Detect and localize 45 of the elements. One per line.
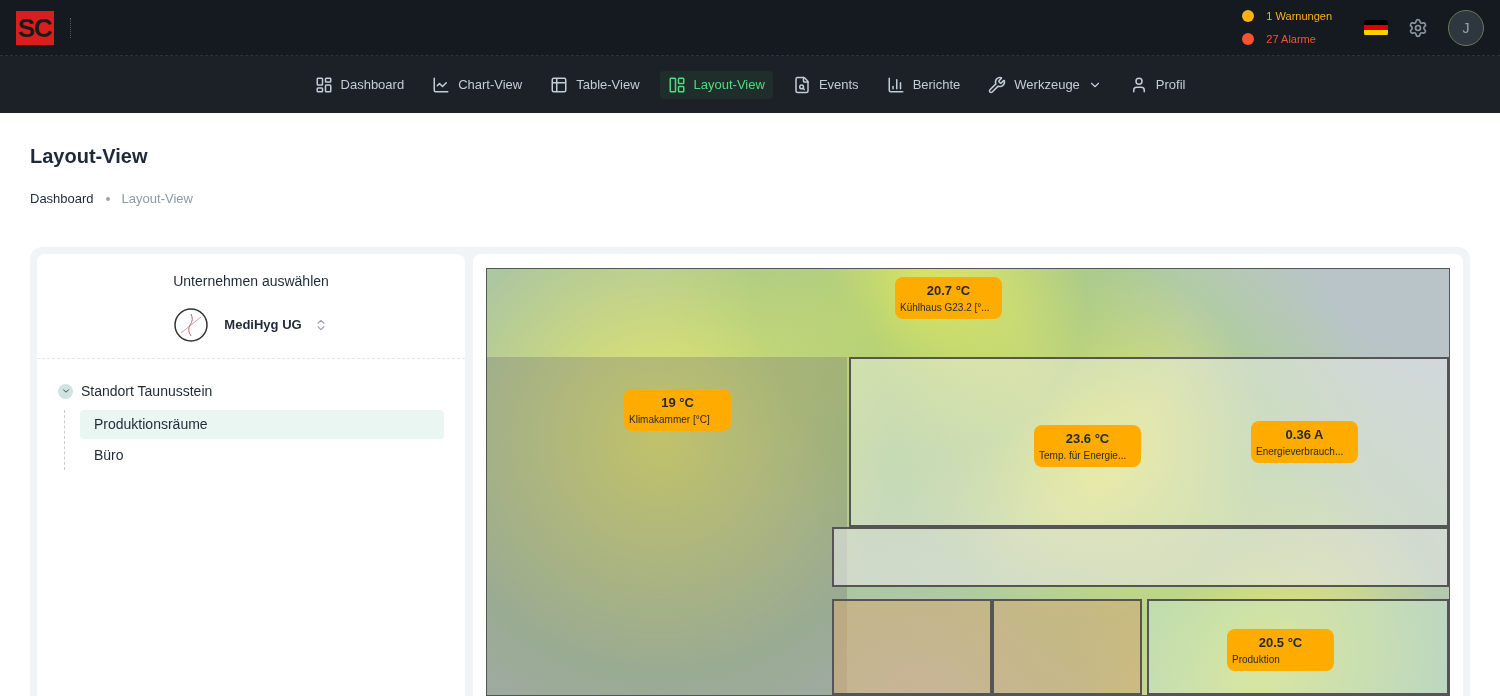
nav-icon [988,75,1007,94]
nav-tab[interactable]: Profil [1121,70,1194,99]
nav-icon [550,75,569,94]
sensor-value: 20.5 °C [1258,633,1303,652]
sensor-label: Temp. für Energie... [1039,449,1127,463]
nav-tab[interactable]: Berichte [878,70,969,99]
page-title: Layout-View [30,144,148,169]
nav-icon [432,75,451,94]
sensor-value: 23.6 °C [1065,429,1110,448]
nav-tab[interactable]: Table-View [542,70,648,99]
sensor-tag[interactable]: 20.7 °C Kühlhaus G23.2 [°... [895,276,1002,319]
sensor-tag[interactable]: 0.36 A Energieverbrauch... [1251,420,1358,463]
user-avatar[interactable]: J [1448,9,1484,46]
sensor-label: Energieverbrauch... [1256,445,1344,459]
nav-icon [886,75,905,94]
nav-icon [792,75,811,94]
nav-tab[interactable]: Events [784,70,867,99]
alert-count[interactable]: 1 Warnungen [1266,8,1332,25]
sensor-value: 20.7 °C [926,281,971,300]
sensor-label: Kühlhaus G23.2 [°... [900,301,990,315]
tree-item[interactable]: Produktionsräume [80,409,444,439]
settings-icon[interactable] [1408,17,1428,38]
company-select[interactable]: MediHyg UG [224,314,328,335]
sensor-label: Produktion [1232,653,1280,667]
nav-tab[interactable]: Werkzeuge [980,70,1110,99]
tree-item[interactable]: Büro [80,440,444,470]
sensor-label: Klimakammer [°C] [629,413,710,427]
alert-count[interactable]: 27 Alarme [1266,30,1316,47]
german-flag-icon[interactable] [1364,19,1388,36]
nav-icon [314,75,333,94]
nav-tab[interactable]: Chart-View [424,70,531,99]
nav-icon [667,75,686,94]
company-logo-icon [174,307,209,342]
breadcrumb-link[interactable]: Dashboard [30,189,94,209]
tree-item[interactable]: Standort Taunusstein [81,380,213,402]
expand-toggle[interactable] [58,383,73,399]
sensor-tag[interactable]: 23.6 °C Temp. für Energie... [1034,424,1141,467]
chevron-icon [60,386,71,396]
nav-tab[interactable]: Layout-View [659,70,773,99]
sensor-value: 0.36 A [1285,425,1324,444]
panel-heading: Unternehmen auswählen [173,271,329,291]
nav-tab[interactable]: Dashboard [306,70,413,99]
sensor-value: 19 °C [661,393,694,412]
sensor-tag[interactable]: 20.5 °C Produktion [1227,628,1334,671]
sensor-tag[interactable]: 19 °C Klimakammer [°C] [624,388,731,431]
